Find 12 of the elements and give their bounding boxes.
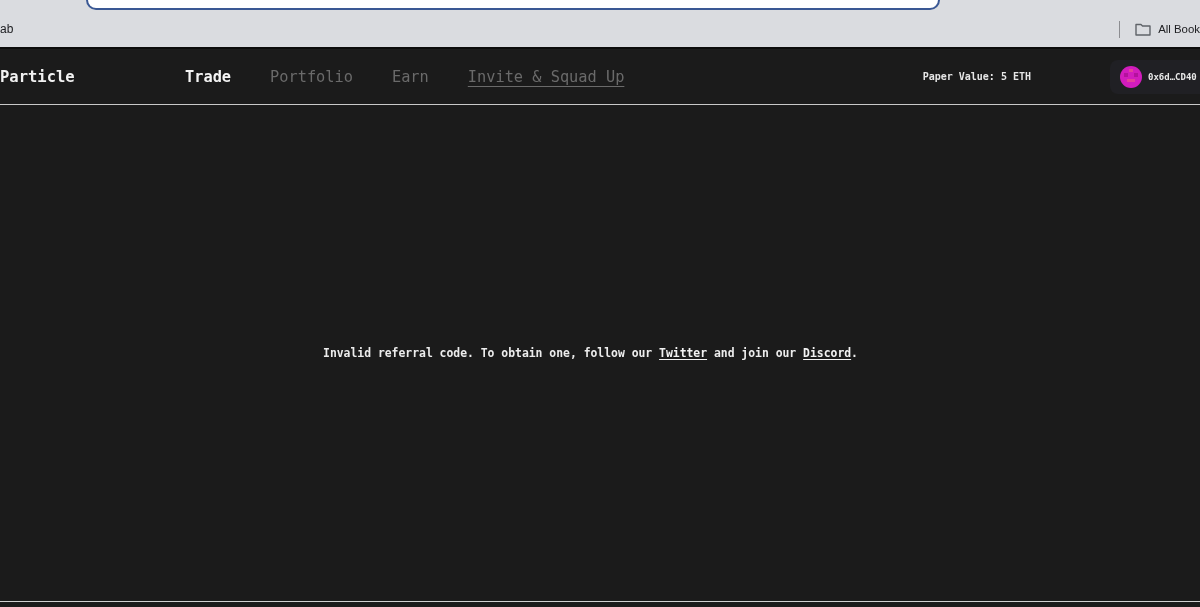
logo-text: Particle — [0, 67, 76, 86]
wallet-button[interactable]: 0x6d…CD40 — [1110, 59, 1200, 94]
text-link[interactable]: Twitter — [659, 346, 708, 360]
address-bar-field[interactable] — [86, 0, 940, 10]
message-text: Invalid referral code. To obtain one, follow our Twitter and join our Discord. — [323, 346, 858, 360]
bookmark-folder-button[interactable]: All Book — [1135, 22, 1200, 36]
paper-value-text: Paper Value: 5 ETH — [922, 71, 1031, 82]
avatar-icon — [1120, 65, 1142, 88]
text-link[interactable]: Discord — [803, 346, 852, 360]
folder-icon — [1135, 22, 1152, 36]
nav-tab[interactable]: Trade — [185, 67, 232, 86]
bookmark-link[interactable]: ab — [0, 22, 14, 36]
